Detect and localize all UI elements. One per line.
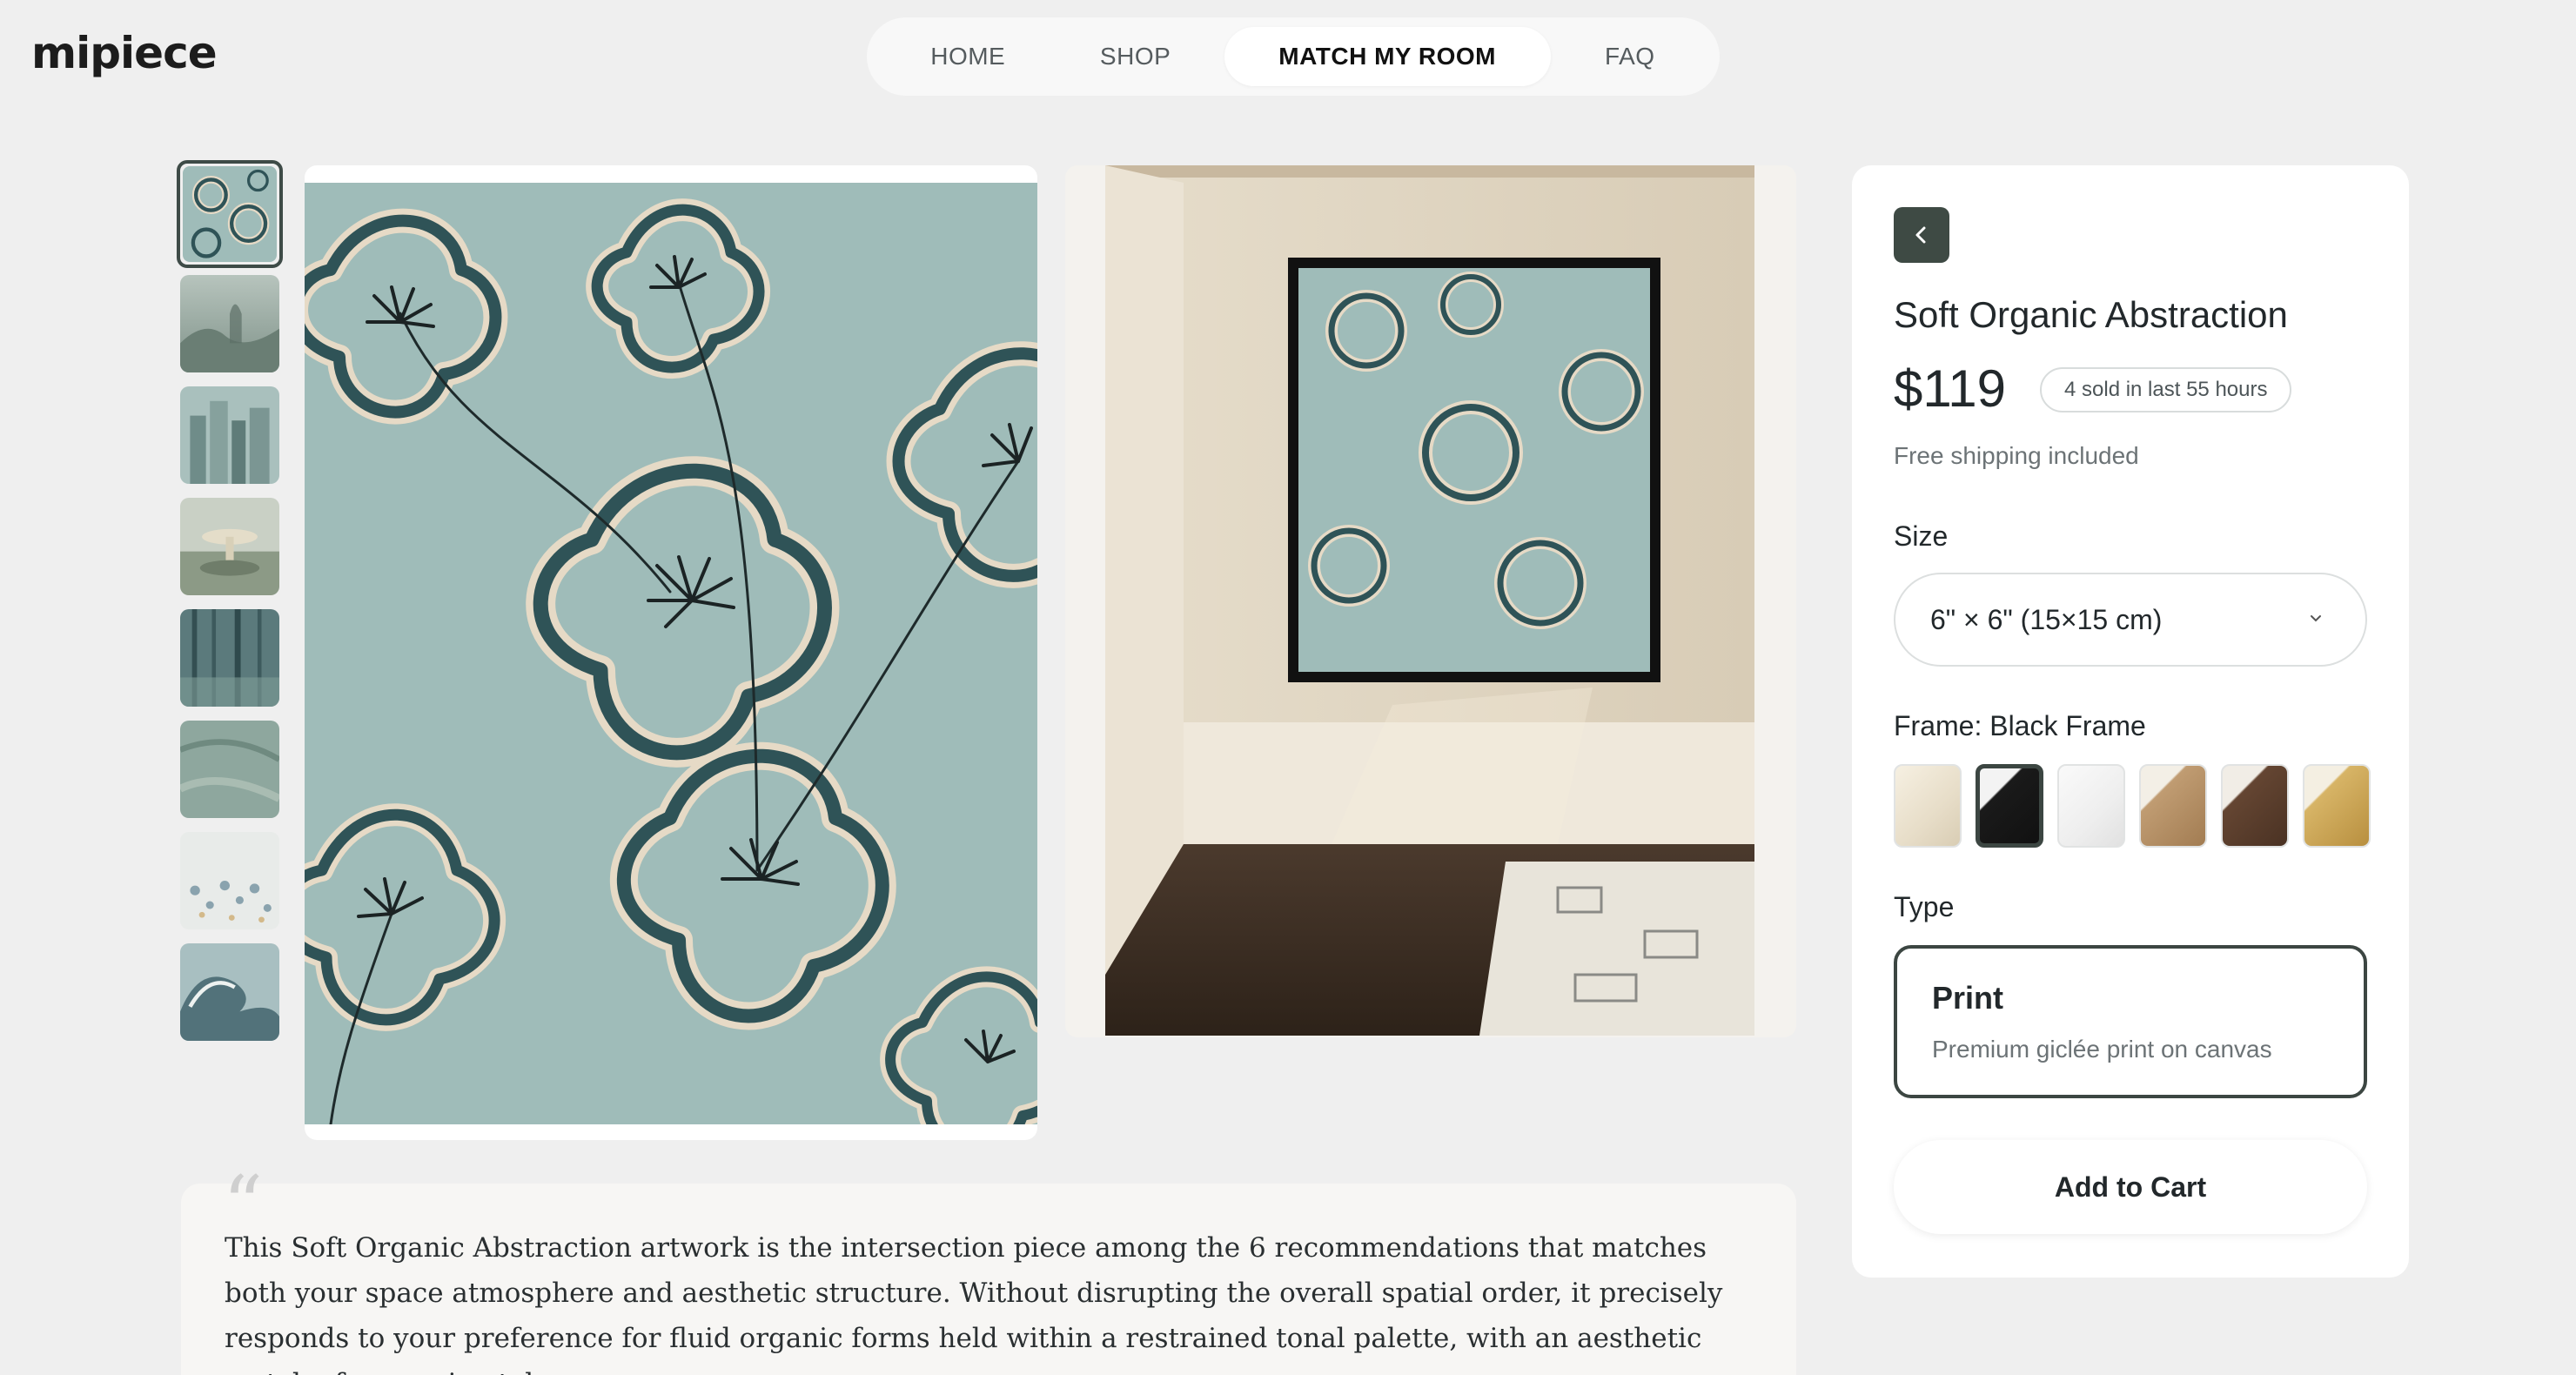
artwork-preview[interactable] — [305, 165, 1037, 1140]
thumbnail-textured-green[interactable] — [180, 721, 279, 818]
nav-match-my-room[interactable]: MATCH MY ROOM — [1224, 27, 1551, 86]
floral-artwork-image — [305, 183, 1037, 1124]
brand-logo[interactable]: mipiece — [31, 28, 218, 78]
recommendation-quote: This Soft Organic Abstraction artwork is… — [181, 1184, 1796, 1375]
nav-home[interactable]: HOME — [889, 27, 1046, 86]
type-option-print[interactable]: Print Premium giclée print on canvas — [1894, 945, 2367, 1098]
shipping-note: Free shipping included — [1894, 442, 2139, 469]
chevron-left-icon — [1915, 226, 1926, 244]
add-to-cart-button[interactable]: Add to Cart — [1894, 1140, 2367, 1234]
thumbnail-surreal-fountain[interactable] — [180, 498, 279, 595]
product-title: Soft Organic Abstraction — [1894, 294, 2288, 335]
type-option-description: Premium giclée print on canvas — [1932, 1036, 2272, 1063]
recommendation-text: This Soft Organic Abstraction artwork is… — [225, 1232, 1723, 1375]
size-label: Size — [1894, 520, 1949, 552]
frame-swatch-black[interactable] — [1976, 764, 2043, 848]
frame-swatch-natural-wood[interactable] — [2139, 764, 2207, 848]
sold-count-badge: 4 sold in last 55 hours — [2040, 367, 2292, 412]
product-price: $119 — [1894, 359, 2007, 418]
chevron-down-icon — [2311, 615, 2321, 622]
thumbnail-floral-abstraction[interactable] — [177, 160, 283, 268]
type-option-title: Print — [1932, 980, 2004, 1016]
room-mockup[interactable] — [1065, 165, 1796, 1037]
thumbnail-forest[interactable] — [180, 609, 279, 707]
main-nav: HOME SHOP MATCH MY ROOM FAQ — [867, 17, 1720, 96]
thumbnail-floral-dots[interactable] — [180, 832, 279, 929]
frame-swatches — [1894, 764, 2371, 848]
nav-shop[interactable]: SHOP — [1046, 27, 1224, 86]
room-preview-image — [1105, 165, 1754, 1036]
thumbnail-wave[interactable] — [180, 943, 279, 1041]
type-label: Type — [1894, 891, 1955, 922]
thumbnail-city-skyline[interactable] — [180, 386, 279, 484]
size-select-value: 6" × 6" (15×15 cm) — [1930, 603, 2163, 635]
back-button[interactable] — [1894, 207, 1949, 263]
product-panel: Soft Organic Abstraction $119 4 sold in … — [1852, 165, 2409, 1278]
thumbnail-misty-landscape[interactable] — [180, 275, 279, 372]
nav-faq[interactable]: FAQ — [1551, 27, 1709, 86]
frame-swatch-dark-wood[interactable] — [2221, 764, 2289, 848]
frame-label: Frame: Black Frame — [1894, 710, 2146, 741]
frame-swatch-gold[interactable] — [2303, 764, 2371, 848]
quote-mark-icon: “ — [223, 1159, 264, 1251]
thumbnail-list — [177, 160, 283, 1055]
frame-swatch-cream[interactable] — [1894, 764, 1962, 848]
frame-swatch-white[interactable] — [2057, 764, 2125, 848]
size-select[interactable]: 6" × 6" (15×15 cm) — [1894, 573, 2367, 667]
